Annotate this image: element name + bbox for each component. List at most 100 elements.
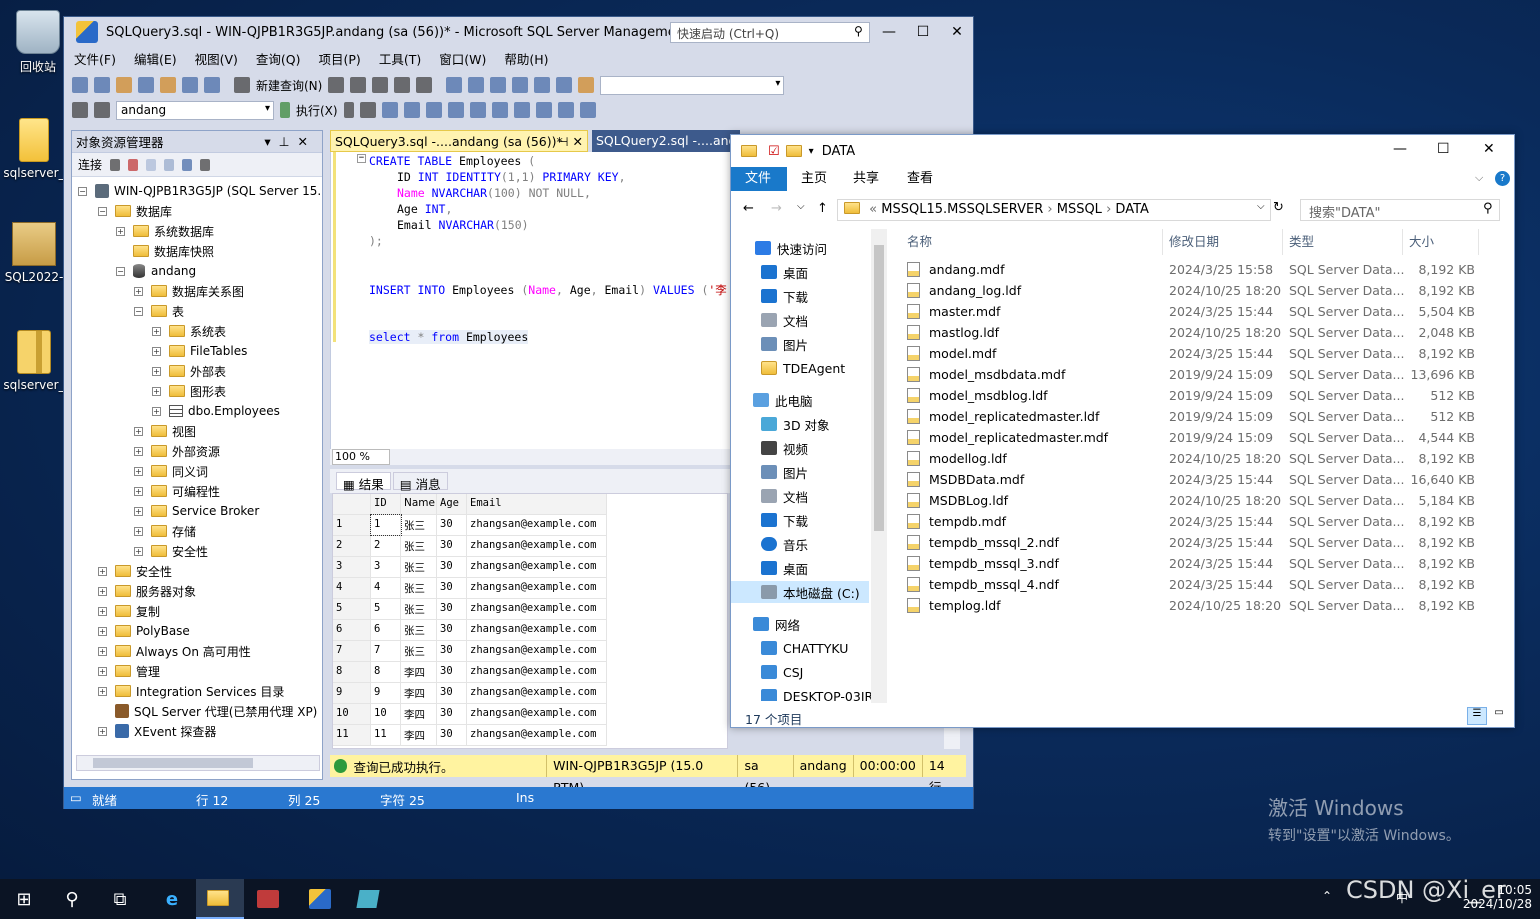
grid-cell[interactable]: 30: [437, 641, 467, 661]
ribbon-tab-share[interactable]: 共享: [839, 167, 893, 191]
breadcrumb-separator[interactable]: ›: [1047, 202, 1052, 217]
details-view-icon[interactable]: ☰: [1467, 707, 1487, 725]
back-arrow-icon[interactable]: ←: [743, 201, 754, 216]
grid-cell[interactable]: zhangsan@example.com: [467, 641, 607, 661]
grid-cell[interactable]: zhangsan@example.com: [467, 536, 607, 556]
expand-icon[interactable]: +: [134, 466, 143, 476]
list-item[interactable]: model_replicatedmaster.mdf 2019/9/24 15:0…: [901, 427, 1481, 448]
query-options-icon[interactable]: [403, 102, 420, 118]
nav-local-disk-c[interactable]: 本地磁盘 (C:): [731, 581, 869, 603]
nav-this-pc[interactable]: 此电脑: [753, 389, 813, 411]
breadcrumb-item[interactable]: MSSQL15.MSSQLSERVER: [881, 202, 1043, 217]
uncomment-icon[interactable]: [513, 102, 530, 118]
row-number-cell[interactable]: 8: [333, 662, 371, 682]
expand-icon[interactable]: +: [98, 646, 107, 656]
start-button[interactable]: ⊞: [0, 879, 48, 919]
expand-icon[interactable]: +: [98, 586, 107, 596]
grid-cell[interactable]: 30: [437, 620, 467, 640]
nav-tdeagent[interactable]: TDEAgent: [761, 357, 845, 379]
column-header-modified[interactable]: 修改日期: [1163, 229, 1283, 255]
recent-locations-icon[interactable]: ⌵: [797, 201, 805, 212]
row-number-cell[interactable]: 4: [333, 578, 371, 598]
maximize-button[interactable]: ☐: [908, 21, 938, 43]
nav-quick-access[interactable]: 快速访问: [755, 237, 827, 259]
list-item[interactable]: MSDBData.mdf 2024/3/25 15:44 SQL Server Da…: [901, 469, 1481, 490]
tab-sqlquery2[interactable]: SQLQuery2.sql -....anda: [592, 130, 740, 152]
list-item[interactable]: MSDBLog.ldf 2024/10/25 18:20 SQL Server Da…: [901, 490, 1481, 511]
tree-node-sql-agent[interactable]: SQL Server 代理(已禁用代理 XP): [115, 701, 317, 721]
forward-icon[interactable]: [94, 77, 110, 93]
list-item[interactable]: model_replicatedmaster.ldf 2019/9/24 15:0…: [901, 406, 1481, 427]
tab-close-icon[interactable]: ⊣ ✕: [558, 134, 583, 149]
close-button[interactable]: ✕: [1483, 141, 1495, 157]
filter-icon[interactable]: [164, 158, 175, 171]
grid-cell[interactable]: 30: [437, 515, 467, 535]
row-number-cell[interactable]: 1: [333, 515, 371, 535]
expand-icon[interactable]: +: [152, 326, 161, 336]
desktop-icon-sqlserver-1[interactable]: sqlserver_: [0, 118, 69, 180]
tree-node-graph-tables[interactable]: + 图形表: [152, 381, 226, 401]
grid-cell[interactable]: 张三: [401, 620, 437, 640]
nav-documents-pc[interactable]: 文档: [761, 485, 808, 507]
grid-cell[interactable]: zhangsan@example.com: [467, 578, 607, 598]
desktop-icon-sql2022[interactable]: SQL2022-: [0, 222, 69, 284]
connect-icon[interactable]: [72, 102, 88, 118]
navigation-scrollbar[interactable]: [871, 229, 887, 703]
grid-cell[interactable]: 30: [437, 662, 467, 682]
tree-node-filetables[interactable]: + FileTables: [152, 341, 247, 361]
breadcrumb-overflow[interactable]: «: [869, 202, 877, 217]
grid-cell[interactable]: 30: [437, 536, 467, 556]
expand-icon[interactable]: +: [134, 486, 143, 496]
results-to-file-icon[interactable]: [469, 102, 486, 118]
object-explorer-hscroll[interactable]: [76, 755, 320, 771]
undo-icon[interactable]: [512, 77, 529, 93]
grid-cell[interactable]: 李四: [401, 725, 437, 745]
change-connection-icon[interactable]: [94, 102, 110, 118]
new-folder-icon[interactable]: [785, 145, 802, 157]
tree-node-snapshots[interactable]: 数据库快照: [133, 241, 214, 261]
expand-icon[interactable]: +: [134, 546, 143, 556]
table-row[interactable]: 6 6 张三 30 zhangsan@example.com: [333, 620, 607, 641]
taskbar-app[interactable]: [344, 879, 392, 919]
tree-node-service-broker[interactable]: + Service Broker: [134, 501, 259, 521]
database-selector[interactable]: andang: [116, 100, 274, 120]
expand-icon[interactable]: +: [152, 366, 161, 376]
collapse-icon[interactable]: −: [98, 206, 107, 216]
solution-configuration-combo[interactable]: [600, 75, 785, 95]
grid-cell[interactable]: 张三: [401, 557, 437, 577]
refresh-icon[interactable]: ↻: [1273, 200, 1284, 215]
grid-cell[interactable]: 3: [371, 557, 401, 577]
tree-node-replication[interactable]: + 复制: [98, 601, 160, 621]
tree-node-integration-services[interactable]: + Integration Services 目录: [98, 681, 284, 701]
expand-icon[interactable]: +: [98, 606, 107, 616]
tree-node-andang[interactable]: − andang: [116, 261, 196, 281]
row-number-cell[interactable]: 7: [333, 641, 371, 661]
results-to-text-icon[interactable]: [425, 102, 442, 118]
nav-desktop[interactable]: 桌面⊥: [761, 261, 881, 283]
grid-cell[interactable]: 李四: [401, 704, 437, 724]
list-item[interactable]: andang_log.ldf 2024/10/25 18:20 SQL Server…: [901, 280, 1481, 301]
save-all-icon[interactable]: [204, 77, 220, 93]
db-engine-query-icon[interactable]: [328, 77, 345, 93]
address-dropdown-icon[interactable]: ⌵: [1257, 201, 1265, 212]
grid-cell[interactable]: 30: [437, 578, 467, 598]
nav-pictures[interactable]: 图片⊥: [761, 333, 881, 355]
tree-node-synonyms[interactable]: + 同义词: [134, 461, 208, 481]
ribbon-tab-home[interactable]: 主页: [787, 167, 841, 191]
indent-icon[interactable]: [535, 102, 552, 118]
menu-file[interactable]: 文件(F): [74, 49, 116, 71]
tree-node-views[interactable]: + 视图: [134, 421, 196, 441]
taskbar-toolbox[interactable]: [244, 879, 292, 919]
connect-plug-icon[interactable]: [110, 158, 121, 171]
list-item[interactable]: andang.mdf 2024/3/25 15:58 SQL Server Data…: [901, 259, 1481, 280]
menu-view[interactable]: 视图(V): [195, 49, 238, 71]
grid-cell[interactable]: zhangsan@example.com: [467, 557, 607, 577]
search-input[interactable]: 搜索"DATA": [1300, 199, 1500, 221]
grid-cell[interactable]: 30: [437, 683, 467, 703]
minimize-button[interactable]: —: [874, 21, 904, 43]
grid-cell[interactable]: 1: [370, 514, 402, 536]
activity-icon[interactable]: [200, 158, 211, 171]
expand-icon[interactable]: +: [152, 346, 161, 356]
row-number-cell[interactable]: 3: [333, 557, 371, 577]
list-item[interactable]: model_msdbdata.mdf 2019/9/24 15:09 SQL Ser…: [901, 364, 1481, 385]
